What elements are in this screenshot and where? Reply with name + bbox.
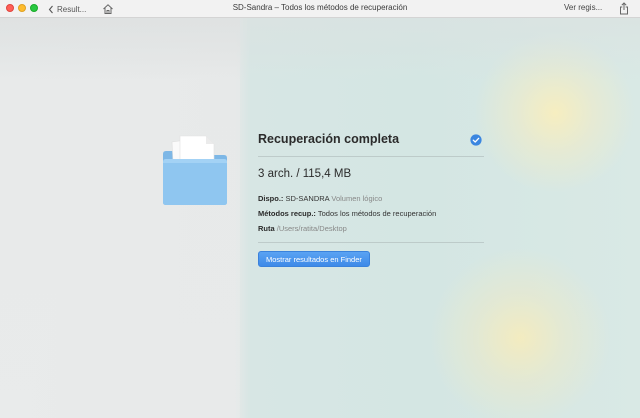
recovery-summary: 3 arch. / 115,4 MB (258, 168, 352, 180)
device-label: Dispo.: (258, 194, 284, 203)
title-bar: Result... SD-Sandra – Todos los métodos … (0, 0, 640, 18)
device-row: Dispo.: SD-SANDRA Volumen lógico (258, 191, 484, 206)
path-row: Ruta /Users/ratita/Desktop (258, 221, 484, 236)
device-subtype: Volumen lógico (331, 194, 383, 203)
recovery-result-card: Recuperación completa 3 arch. / 115,4 MB… (258, 130, 484, 267)
divider (258, 156, 484, 157)
path-value: /Users/ratita/Desktop (276, 224, 347, 233)
recovery-title: Recuperación completa (258, 132, 400, 146)
check-circle-icon (470, 134, 482, 146)
view-log-button[interactable]: Ver regis... (564, 3, 602, 12)
share-button[interactable] (619, 2, 629, 15)
methods-value: Todos los métodos de recuperación (317, 209, 437, 218)
share-icon (620, 2, 628, 15)
recovery-details: Dispo.: SD-SANDRA Volumen lógico Métodos… (258, 191, 484, 236)
background-top-shade (0, 18, 640, 80)
divider (258, 242, 484, 243)
show-in-finder-button[interactable]: Mostrar resultados en Finder (258, 251, 370, 267)
methods-label: Métodos recup.: (258, 209, 316, 218)
folder-icon (160, 132, 230, 208)
card-header: Recuperación completa (258, 130, 484, 148)
device-value: SD-SANDRA (285, 194, 330, 203)
path-label: Ruta (258, 224, 275, 233)
window-title: SD-Sandra – Todos los métodos de recuper… (232, 3, 408, 12)
methods-row: Métodos recup.: Todos los métodos de rec… (258, 206, 484, 221)
